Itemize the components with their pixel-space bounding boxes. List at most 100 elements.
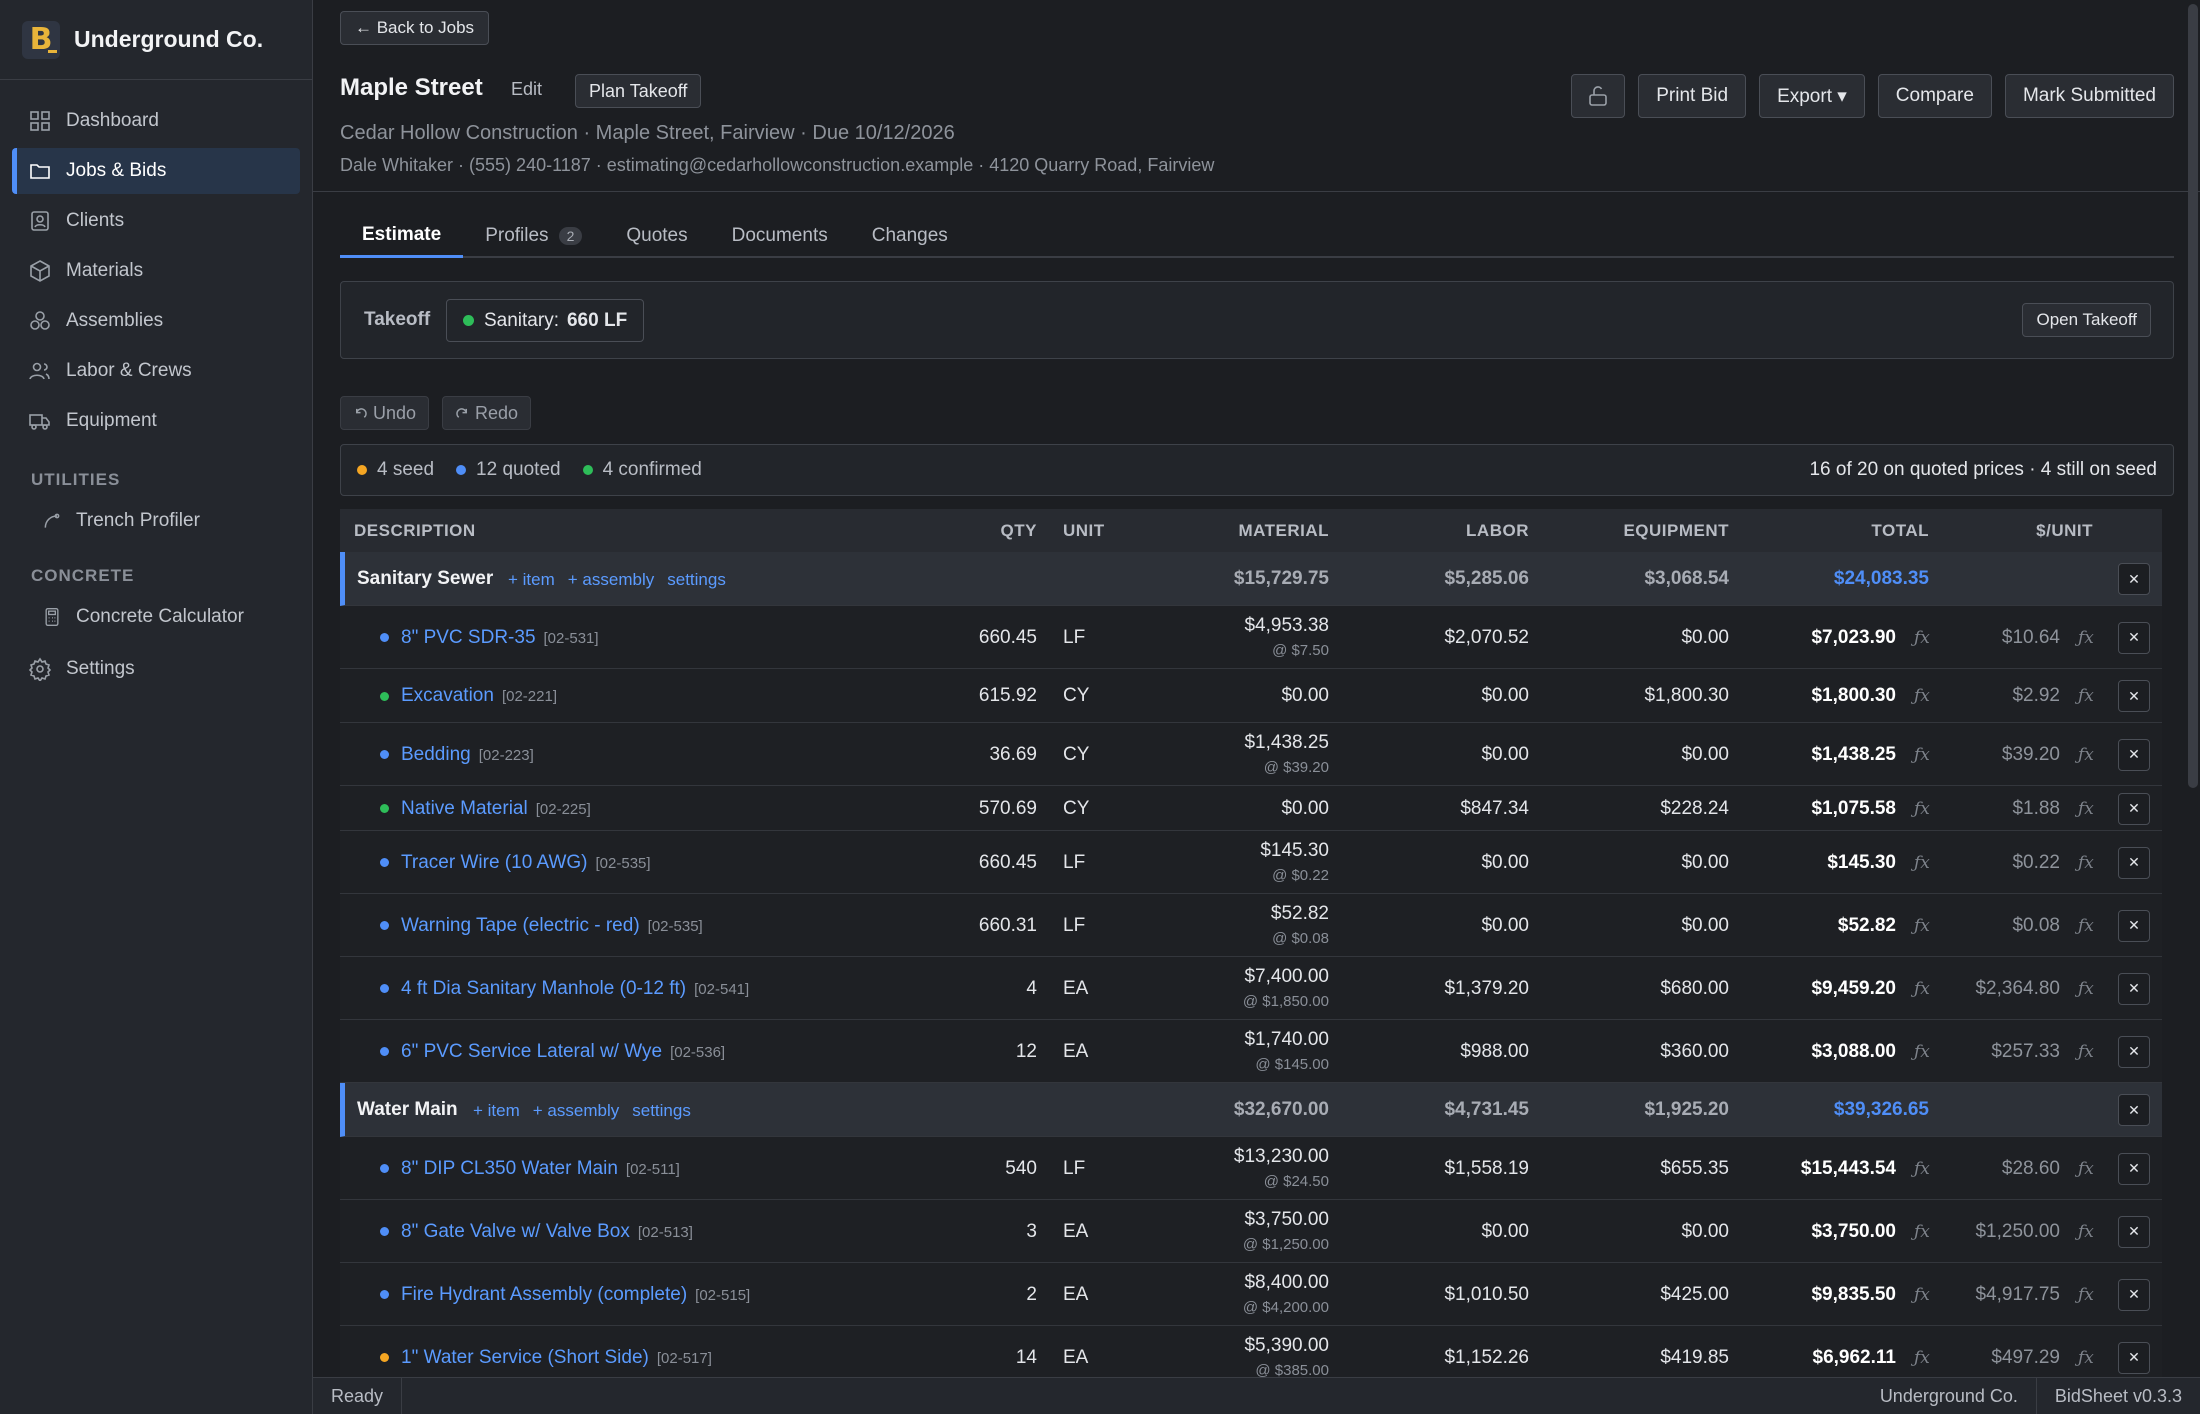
item-qty[interactable]: 3 (1026, 1221, 1037, 1243)
item-name-link[interactable]: 1" Water Service (Short Side) [02-517] (401, 1347, 712, 1369)
item-qty[interactable]: 570.69 (979, 798, 1037, 820)
item-material[interactable]: $5,390.00 (1244, 1335, 1329, 1357)
item-name-link[interactable]: Bedding [02-223] (401, 744, 534, 766)
tab-profiles[interactable]: Profiles 2 (463, 214, 604, 258)
item-labor[interactable]: $0.00 (1481, 915, 1529, 937)
unlock-button[interactable] (1571, 74, 1626, 118)
remove-item-button[interactable]: ✕ (2118, 1215, 2150, 1248)
remove-item-button[interactable]: ✕ (2118, 1035, 2150, 1068)
item-material[interactable]: $13,230.00 (1234, 1146, 1329, 1168)
item-material[interactable]: $1,438.25 (1244, 732, 1329, 754)
formula-icon[interactable]: ƒx (2078, 1222, 2094, 1242)
item-equipment[interactable]: $655.35 (1660, 1158, 1729, 1180)
nav-item-dashboard[interactable]: Dashboard (12, 98, 300, 144)
item-equipment[interactable]: $0.00 (1681, 915, 1729, 937)
nav-item-settings[interactable]: Settings (12, 646, 300, 692)
mark-submitted-button[interactable]: Mark Submitted (2004, 74, 2174, 118)
remove-item-button[interactable]: ✕ (2118, 1278, 2150, 1311)
add-assembly-link[interactable]: + assembly (568, 570, 654, 590)
item-name-link[interactable]: 6" PVC Service Lateral w/ Wye [02-536] (401, 1041, 725, 1063)
item-material[interactable]: $0.00 (1281, 685, 1329, 707)
item-equipment[interactable]: $228.24 (1660, 798, 1729, 820)
item-material[interactable]: $3,750.00 (1244, 1209, 1329, 1231)
tab-documents[interactable]: Documents (710, 214, 850, 258)
remove-item-button[interactable]: ✕ (2118, 680, 2150, 712)
nav-item-clients[interactable]: Clients (12, 198, 300, 244)
formula-icon[interactable]: ƒx (1914, 1285, 1930, 1305)
add-item-link[interactable]: + item (508, 570, 555, 590)
item-qty[interactable]: 36.69 (989, 744, 1037, 766)
group-settings-link[interactable]: settings (667, 570, 726, 590)
item-name-link[interactable]: Fire Hydrant Assembly (complete) [02-515] (401, 1284, 750, 1306)
tab-estimate[interactable]: Estimate (340, 214, 464, 258)
item-equipment[interactable]: $0.00 (1681, 1221, 1729, 1243)
item-qty[interactable]: 540 (1005, 1158, 1037, 1180)
item-equipment[interactable]: $425.00 (1660, 1284, 1729, 1306)
item-equipment[interactable]: $680.00 (1660, 978, 1729, 1000)
item-name-link[interactable]: 8" DIP CL350 Water Main [02-511] (401, 1158, 680, 1180)
item-labor[interactable]: $2,070.52 (1444, 627, 1529, 649)
formula-icon[interactable]: ƒx (1914, 1042, 1930, 1062)
item-name-link[interactable]: Native Material [02-225] (401, 798, 591, 820)
item-labor[interactable]: $988.00 (1460, 1041, 1529, 1063)
tab-changes[interactable]: Changes (850, 214, 970, 258)
formula-icon[interactable]: ƒx (1914, 799, 1930, 819)
item-labor[interactable]: $1,379.20 (1444, 978, 1529, 1000)
item-name-link[interactable]: 4 ft Dia Sanitary Manhole (0-12 ft) [02-5… (401, 978, 749, 1000)
item-qty[interactable]: 660.31 (979, 915, 1037, 937)
tab-quotes[interactable]: Quotes (604, 214, 709, 258)
open-takeoff-button[interactable]: Open Takeoff (2022, 303, 2151, 337)
add-assembly-link[interactable]: + assembly (533, 1101, 619, 1121)
formula-icon[interactable]: ƒx (1914, 1222, 1930, 1242)
formula-icon[interactable]: ƒx (1914, 1348, 1930, 1368)
item-name-link[interactable]: Tracer Wire (10 AWG) [02-535] (401, 852, 651, 874)
item-material[interactable]: $7,400.00 (1244, 966, 1329, 988)
item-material[interactable]: $4,953.38 (1244, 615, 1329, 637)
formula-icon[interactable]: ƒx (1914, 1159, 1930, 1179)
item-labor[interactable]: $847.34 (1460, 798, 1529, 820)
formula-icon[interactable]: ƒx (2078, 799, 2094, 819)
formula-icon[interactable]: ƒx (1914, 979, 1930, 999)
add-item-link[interactable]: + item (473, 1101, 520, 1121)
redo-button[interactable]: Redo (442, 396, 532, 430)
nav-item-assemblies[interactable]: Assemblies (12, 298, 300, 344)
formula-icon[interactable]: ƒx (1914, 628, 1930, 648)
item-equipment[interactable]: $0.00 (1681, 627, 1729, 649)
item-labor[interactable]: $0.00 (1481, 685, 1529, 707)
item-material[interactable]: $145.30 (1260, 840, 1329, 862)
back-to-jobs-button[interactable]: ← Back to Jobs (340, 11, 490, 45)
formula-icon[interactable]: ƒx (2078, 1159, 2094, 1179)
formula-icon[interactable]: ƒx (2078, 1285, 2094, 1305)
formula-icon[interactable]: ƒx (1914, 853, 1930, 873)
remove-group-button[interactable]: ✕ (2118, 1094, 2150, 1126)
formula-icon[interactable]: ƒx (2078, 979, 2094, 999)
nav-item-materials[interactable]: Materials (12, 248, 300, 294)
item-qty[interactable]: 660.45 (979, 852, 1037, 874)
remove-item-button[interactable]: ✕ (2118, 738, 2150, 771)
export-button[interactable]: Export ▾ (1759, 74, 1865, 118)
item-equipment[interactable]: $0.00 (1681, 744, 1729, 766)
item-labor[interactable]: $1,152.26 (1444, 1347, 1529, 1369)
formula-icon[interactable]: ƒx (2078, 853, 2094, 873)
item-equipment[interactable]: $1,800.30 (1644, 685, 1729, 707)
remove-group-button[interactable]: ✕ (2118, 563, 2150, 595)
compare-button[interactable]: Compare (1877, 74, 1992, 118)
remove-item-button[interactable]: ✕ (2118, 1152, 2150, 1185)
remove-item-button[interactable]: ✕ (2118, 972, 2150, 1005)
print-bid-button[interactable]: Print Bid (1638, 74, 1747, 118)
item-qty[interactable]: 12 (1016, 1041, 1037, 1063)
item-name-link[interactable]: 8" PVC SDR-35 [02-531] (401, 627, 599, 649)
item-equipment[interactable]: $419.85 (1660, 1347, 1729, 1369)
item-equipment[interactable]: $360.00 (1660, 1041, 1729, 1063)
nav-item-equipment[interactable]: Equipment (12, 398, 300, 444)
undo-button[interactable]: Undo (340, 396, 430, 430)
plan-takeoff-button[interactable]: Plan Takeoff (575, 74, 702, 108)
remove-item-button[interactable]: ✕ (2118, 621, 2150, 654)
remove-item-button[interactable]: ✕ (2118, 1341, 2150, 1374)
remove-item-button[interactable]: ✕ (2118, 846, 2150, 879)
item-labor[interactable]: $0.00 (1481, 1221, 1529, 1243)
formula-icon[interactable]: ƒx (1914, 686, 1930, 706)
formula-icon[interactable]: ƒx (2078, 745, 2094, 765)
item-equipment[interactable]: $0.00 (1681, 852, 1729, 874)
item-qty[interactable]: 615.92 (979, 685, 1037, 707)
